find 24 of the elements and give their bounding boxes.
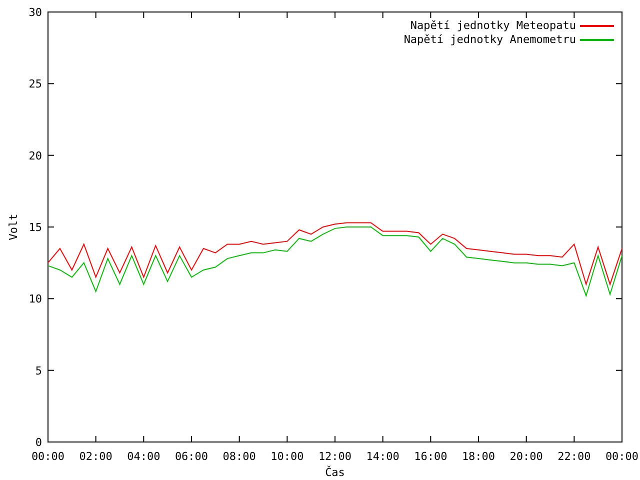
y-tick-label: 10 [28,292,42,306]
x-tick-label: 00:00 [31,450,65,463]
y-tick-label: 0 [35,436,42,449]
x-tick-label: 04:00 [127,450,160,463]
legend-label: Napětí jednotky Meteopatu [410,19,576,32]
x-tick-label: 12:00 [318,450,352,463]
x-tick-label: 00:00 [605,450,639,463]
y-tick-label: 25 [28,78,42,91]
x-tick-label: 02:00 [79,450,112,463]
x-tick-label: 20:00 [510,450,543,463]
y-tick-label: 20 [28,149,42,162]
x-tick-label: 18:00 [462,450,496,463]
x-tick-label: 10:00 [270,450,304,463]
x-tick-label: 08:00 [222,450,256,463]
x-tick-label: 22:00 [558,450,591,463]
y-tick-label: 30 [28,6,42,19]
y-tick-label: 15 [28,221,42,234]
x-axis-label: Čas [325,466,345,479]
x-tick-label: 06:00 [174,450,208,463]
x-tick-label: 16:00 [414,450,448,463]
legend-label: Napětí jednotky Anemometru [404,33,576,46]
y-tick-label: 5 [35,364,42,378]
y-axis-label: Volt [7,214,20,240]
x-tick-label: 14:00 [366,450,400,463]
